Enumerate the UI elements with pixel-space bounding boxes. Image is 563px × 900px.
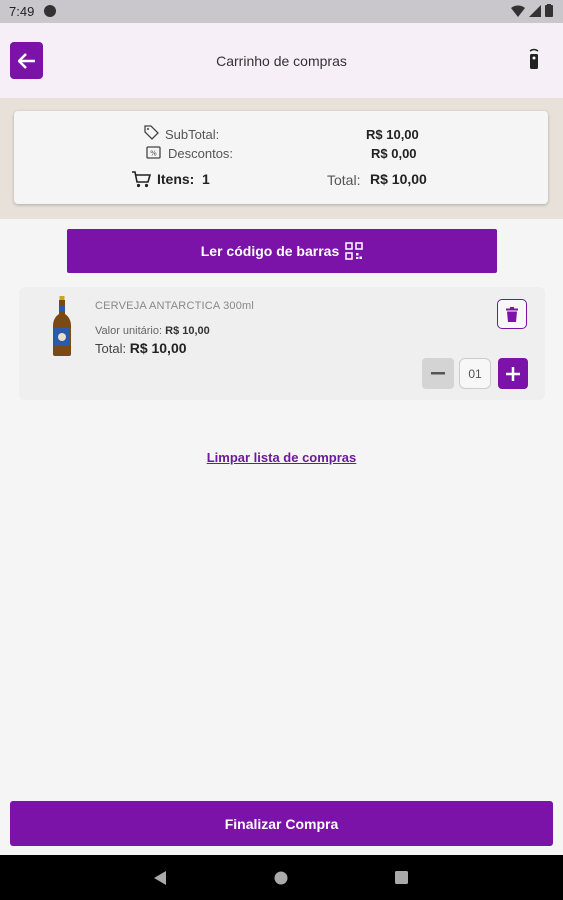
item-total-label: Total:	[95, 341, 127, 356]
quantity-field[interactable]: 01	[459, 358, 491, 389]
product-name: CERVEJA ANTARCTICA 300ml	[95, 300, 255, 312]
status-bar: 7:49	[0, 0, 563, 23]
signal-icon	[529, 4, 541, 17]
scan-barcode-button[interactable]: Ler código de barras	[67, 229, 497, 273]
discount-ticket-icon: %	[146, 146, 161, 159]
battery-icon	[545, 4, 553, 17]
increase-quantity-button[interactable]	[498, 358, 528, 389]
status-icons	[511, 4, 553, 17]
cart-item: CERVEJA ANTARCTICA 300ml Valor unitário:…	[19, 287, 545, 400]
decrease-quantity-button[interactable]	[422, 358, 454, 389]
unit-price-row: Valor unitário: R$ 10,00	[95, 325, 210, 337]
nav-home-icon[interactable]	[274, 871, 288, 885]
tag-icon	[144, 125, 159, 140]
subtotal-value: R$ 10,00	[366, 127, 419, 142]
items-label: Itens:	[157, 171, 195, 187]
subtotal-label: SubTotal:	[165, 127, 220, 142]
app-bar: Carrinho de compras	[0, 23, 563, 98]
item-total-value: R$ 10,00	[129, 340, 187, 356]
qr-code-icon	[345, 242, 363, 260]
summary-section: SubTotal: R$ 10,00 % Descontos: R$ 0,00 …	[0, 98, 563, 219]
trash-icon	[506, 306, 518, 322]
items-count: 1	[202, 171, 210, 187]
total-label: Total:	[327, 172, 361, 188]
clear-list-link[interactable]: Limpar lista de compras	[0, 450, 563, 465]
item-total-row: Total: R$ 10,00	[95, 340, 187, 356]
discount-value: R$ 0,00	[371, 146, 417, 161]
cart-icon	[132, 171, 151, 188]
system-nav-bar	[0, 855, 563, 900]
unit-price-value: R$ 10,00	[165, 325, 210, 337]
finish-purchase-button[interactable]: Finalizar Compra	[10, 801, 553, 846]
nav-back-icon[interactable]	[154, 871, 167, 885]
nav-recents-icon[interactable]	[395, 871, 408, 884]
svg-text:%: %	[150, 150, 157, 158]
unit-price-label: Valor unitário:	[95, 325, 163, 337]
finish-purchase-label: Finalizar Compra	[224, 815, 339, 832]
delete-item-button[interactable]	[497, 299, 527, 329]
summary-card: SubTotal: R$ 10,00 % Descontos: R$ 0,00 …	[14, 111, 548, 204]
page-title: Carrinho de compras	[216, 53, 347, 69]
product-image	[53, 296, 71, 356]
remote-control-icon[interactable]	[529, 48, 539, 70]
notification-icon	[44, 5, 56, 17]
total-value: R$ 10,00	[370, 171, 427, 187]
plus-icon	[506, 366, 520, 381]
scan-barcode-label: Ler código de barras	[200, 243, 340, 259]
discount-label: Descontos:	[168, 146, 234, 161]
status-time: 7:49	[9, 4, 35, 19]
wifi-icon	[511, 4, 525, 17]
minus-icon	[431, 372, 445, 375]
